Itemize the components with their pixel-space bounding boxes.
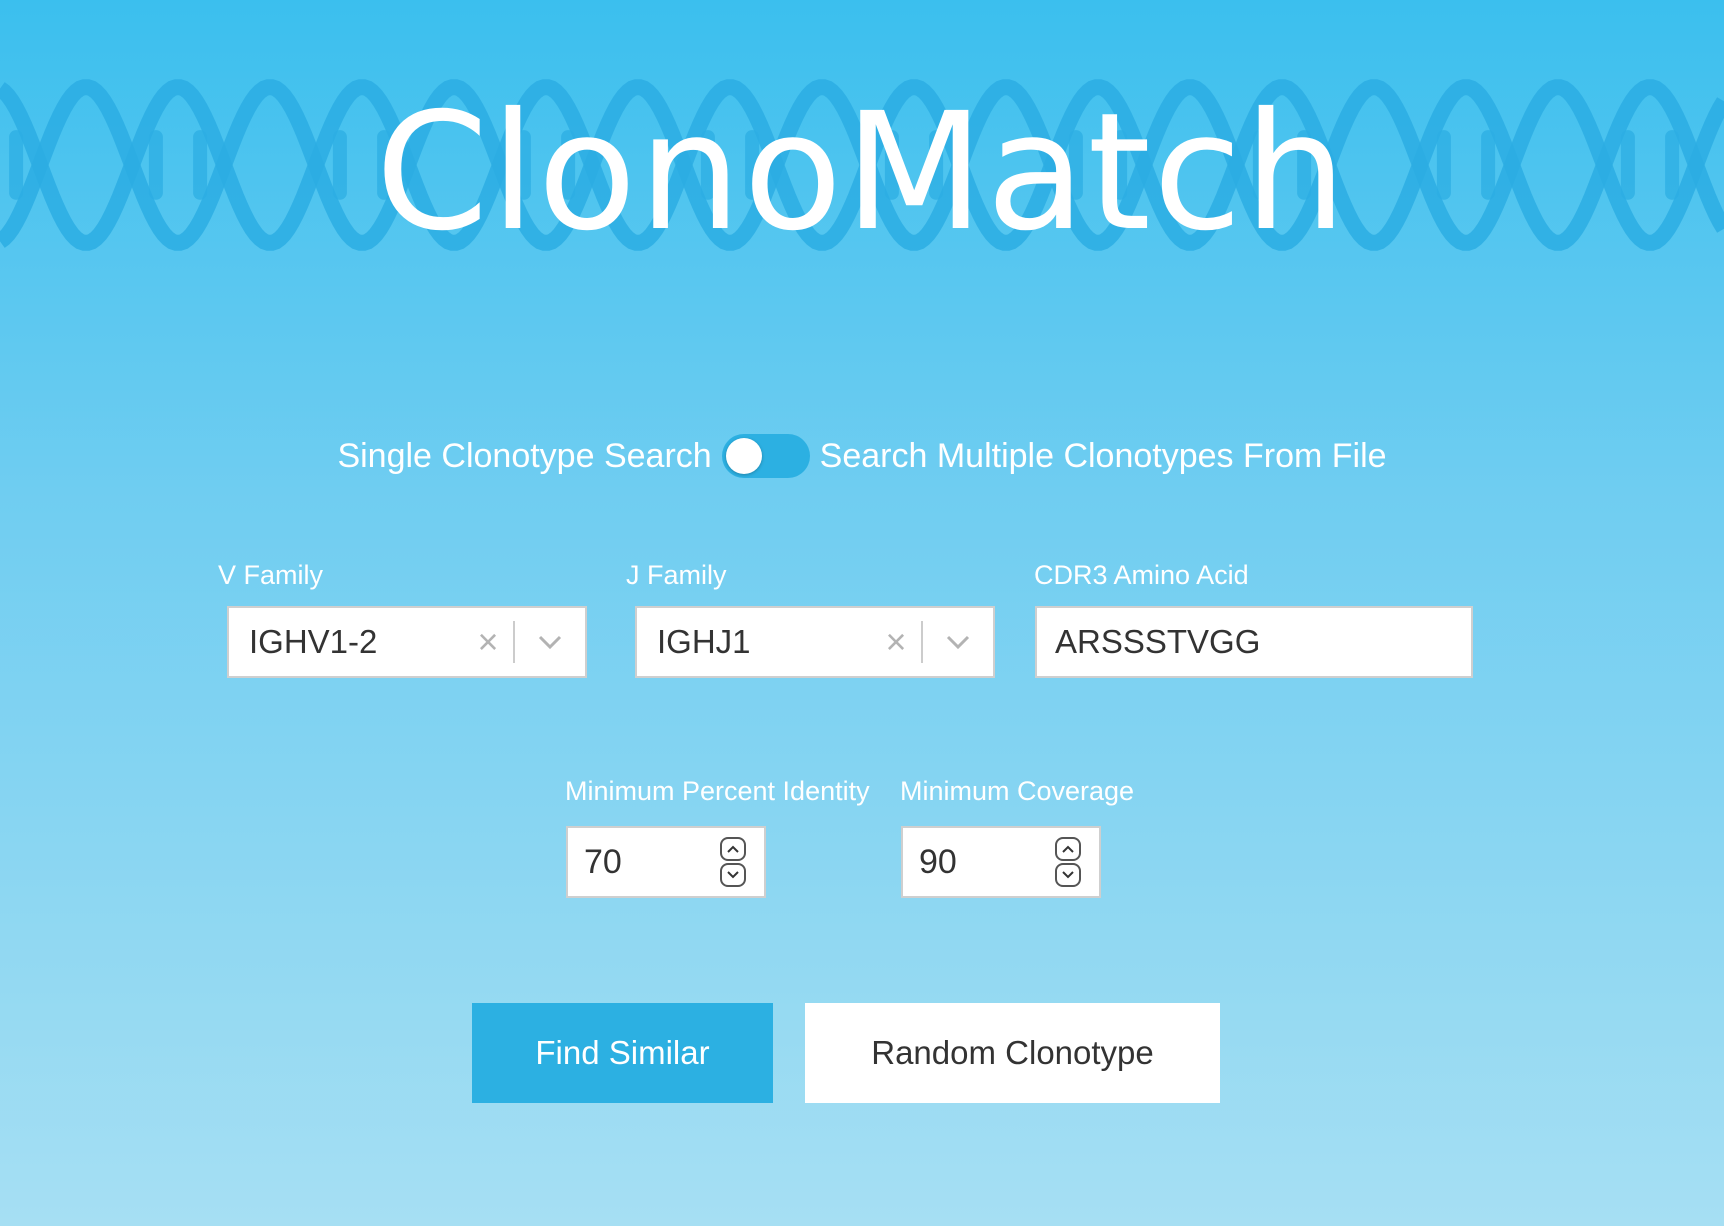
v-family-select[interactable]: IGHV1-2 × — [227, 606, 587, 678]
file-search-label: Search Multiple Clonotypes From File — [819, 436, 1387, 475]
min-coverage-value: 90 — [919, 842, 957, 881]
number-spinner — [720, 837, 750, 887]
min-identity-value: 70 — [584, 842, 622, 881]
chevron-down-icon[interactable] — [515, 634, 585, 650]
min-identity-input[interactable]: 70 — [566, 826, 766, 898]
min-coverage-label: Minimum Coverage — [900, 776, 1135, 806]
cdr3-input[interactable]: ARSSSTVGG — [1035, 606, 1473, 678]
v-family-label: V Family — [218, 560, 324, 590]
close-icon[interactable]: × — [871, 621, 921, 663]
chevron-down-icon[interactable] — [720, 863, 746, 887]
random-clonotype-button[interactable]: Random Clonotype — [805, 1003, 1220, 1103]
chevron-up-icon[interactable] — [1055, 837, 1081, 861]
min-identity-label: Minimum Percent Identity — [565, 776, 870, 806]
v-family-value: IGHV1-2 — [249, 623, 378, 660]
j-family-select[interactable]: IGHJ1 × — [635, 606, 995, 678]
chevron-down-icon[interactable] — [923, 634, 993, 650]
search-mode-toggle[interactable] — [721, 434, 810, 478]
app-title: ClonoMatch — [375, 79, 1349, 267]
number-spinner — [1055, 837, 1085, 887]
cdr3-label: CDR3 Amino Acid — [1034, 560, 1249, 590]
j-family-label: J Family — [626, 560, 727, 590]
toggle-knob — [725, 438, 762, 474]
chevron-up-icon[interactable] — [720, 837, 746, 861]
chevron-down-icon[interactable] — [1055, 863, 1081, 887]
close-icon[interactable]: × — [463, 621, 513, 663]
j-family-value: IGHJ1 — [657, 623, 751, 660]
min-coverage-input[interactable]: 90 — [901, 826, 1101, 898]
find-similar-button[interactable]: Find Similar — [472, 1003, 773, 1103]
search-mode-row: Single Clonotype Search Search Multiple … — [0, 434, 1724, 478]
single-search-label: Single Clonotype Search — [337, 436, 712, 475]
